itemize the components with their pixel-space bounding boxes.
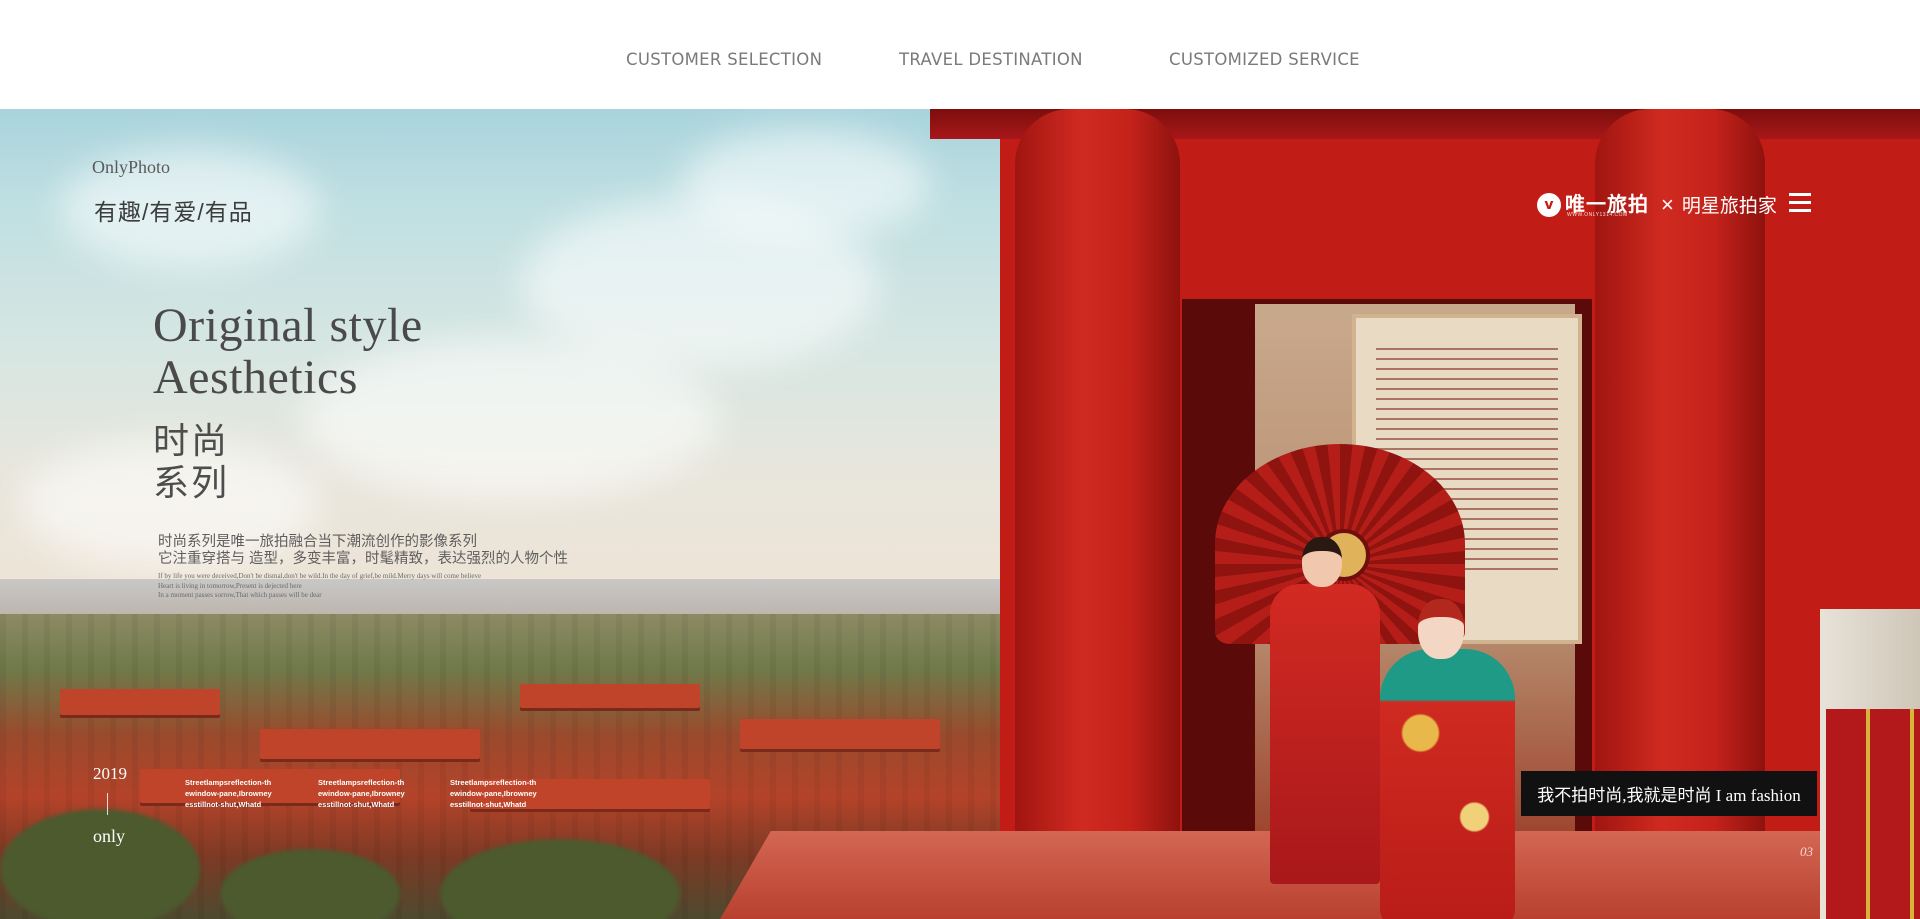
description-cn-line-1: 时尚系列是唯一旅拍融合当下潮流创作的影像系列 bbox=[158, 534, 477, 550]
only-label: only bbox=[93, 826, 126, 846]
nav-customer-selection[interactable]: CUSTOMER SELECTION bbox=[626, 50, 822, 69]
description-en-line-2: Heart is living in tomorrow,Present is d… bbox=[158, 581, 302, 590]
cross-icon: × bbox=[1661, 191, 1674, 217]
description-cn: 时尚系列是唯一旅拍融合当下潮流创作的影像系列 它注重穿搭与 造型，多变丰富，时髦… bbox=[158, 534, 568, 568]
headline: Original style Aesthetics bbox=[153, 300, 423, 404]
brand-tagline-cn: 有趣/有爱/有品 bbox=[94, 199, 253, 225]
year-label: 2019 bbox=[93, 764, 127, 783]
description-en-line-3: In a moment passes sorrow,That which pas… bbox=[158, 591, 322, 599]
logo-url: WWW.ONLY1314.COM bbox=[1567, 212, 1628, 218]
woman-head bbox=[1418, 599, 1464, 659]
woman-figure bbox=[1380, 649, 1515, 919]
description-en: If by life you were deceived,Don't be di… bbox=[158, 572, 481, 601]
roof bbox=[740, 719, 940, 749]
man-figure bbox=[1270, 584, 1380, 884]
hamburger-menu-icon[interactable] bbox=[1789, 193, 1811, 213]
slide-page-number: 03 bbox=[1800, 844, 1813, 859]
railing-panels bbox=[1826, 709, 1920, 919]
vertical-divider bbox=[107, 793, 108, 815]
v-logo-icon: v bbox=[1537, 192, 1561, 217]
roof bbox=[60, 689, 220, 715]
cloud bbox=[680, 129, 930, 239]
roof bbox=[260, 729, 480, 759]
nav-customized-service[interactable]: CUSTOMIZED SERVICE bbox=[1169, 50, 1360, 69]
headline-line-2: Aesthetics bbox=[153, 351, 358, 404]
description-cn-line-2: 它注重穿搭与 造型，多变丰富，时髦精致，表达强烈的人物个性 bbox=[158, 551, 569, 567]
logo-partner-text: 明星旅拍家 bbox=[1681, 196, 1777, 217]
fashion-caption-tag: 我不拍时尚,我就是时尚 I am fashion bbox=[1521, 771, 1817, 816]
tiny-text-column-2: Streetlampsreflection-thewindow-pane,Ibr… bbox=[318, 778, 405, 809]
headline-line-1: Original style bbox=[153, 299, 423, 352]
roof bbox=[520, 684, 700, 708]
tiny-text-column-3: Streetlampsreflection-thewindow-pane,Ibr… bbox=[450, 778, 537, 809]
tiny-text-column-1: Streetlampsreflection-thewindow-pane,Ibr… bbox=[185, 778, 272, 809]
man-head bbox=[1302, 537, 1342, 587]
headline-cn-line-1: 时尚 bbox=[153, 420, 230, 461]
brand-small-text: OnlyPhoto bbox=[92, 157, 171, 177]
brand-logo[interactable]: v 唯一旅拍 WWW.ONLY1314.COM × 明星旅拍家 bbox=[1537, 191, 1777, 218]
red-pillar-left bbox=[1015, 109, 1180, 919]
top-navigation: CUSTOMER SELECTION TRAVEL DESTINATION CU… bbox=[0, 0, 1920, 109]
headline-cn: 时尚 系列 bbox=[153, 420, 229, 504]
headline-cn-line-2: 系列 bbox=[153, 462, 230, 503]
nav-travel-destination[interactable]: TRAVEL DESTINATION bbox=[899, 50, 1083, 69]
description-en-line-1: If by life you were deceived,Don't be di… bbox=[158, 572, 482, 580]
